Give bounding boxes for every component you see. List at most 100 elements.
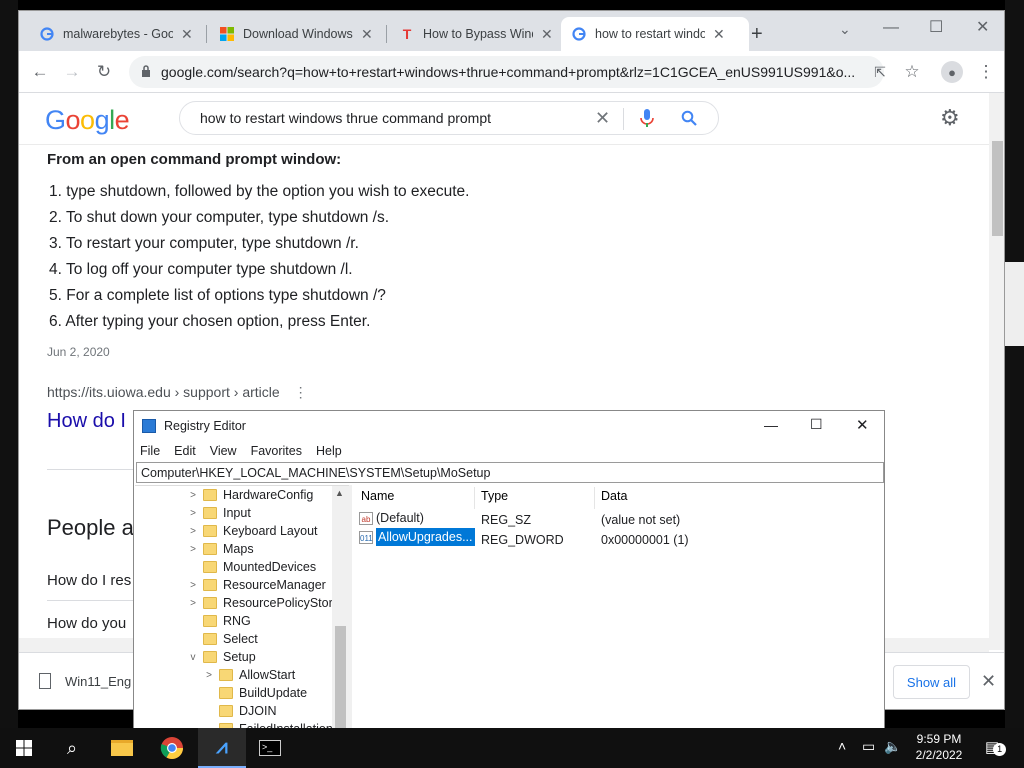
reload-icon[interactable]: ↻ <box>93 61 115 83</box>
result-title-link[interactable]: How do I <box>47 410 126 433</box>
tree-item[interactable]: Select <box>187 630 258 648</box>
folder-icon <box>219 669 233 681</box>
folder-icon <box>203 525 217 537</box>
command-prompt-icon[interactable]: >_ <box>246 728 294 768</box>
string-value-icon: ab <box>359 512 373 526</box>
tree-item[interactable]: > Maps <box>187 540 254 558</box>
scrollbar-thumb[interactable] <box>992 141 1003 236</box>
microphone-icon[interactable] <box>640 109 654 129</box>
tree-item[interactable]: > ResourceManager <box>187 576 326 594</box>
profile-avatar-icon[interactable]: ● <box>941 61 963 83</box>
tab-close-icon[interactable]: ✕ <box>713 26 725 43</box>
paa-question[interactable]: How do you <box>47 615 126 632</box>
folder-icon <box>203 543 217 555</box>
tab-close-icon[interactable]: ✕ <box>361 26 373 43</box>
paa-question[interactable]: How do I res <box>47 572 131 589</box>
start-button[interactable] <box>0 728 48 768</box>
bookmark-star-icon[interactable]: ☆ <box>901 61 923 83</box>
more-options-icon[interactable]: ⋮ <box>294 384 308 400</box>
value-data: 0x00000001 (1) <box>601 533 689 547</box>
answer-heading: From an open command prompt window: <box>47 151 342 168</box>
column-header-data[interactable]: Data <box>601 489 627 503</box>
clear-search-icon[interactable]: ✕ <box>595 108 610 129</box>
tree-item[interactable]: > AllowStart <box>203 666 295 684</box>
tree-item[interactable]: > ResourcePolicyStore <box>187 594 340 612</box>
notification-icon[interactable]: ▤1 <box>985 738 1007 756</box>
tab-close-icon[interactable]: ✕ <box>541 26 553 43</box>
tree-item[interactable]: DJOIN <box>203 702 277 720</box>
tree-item[interactable]: BuildUpdate <box>203 684 307 702</box>
chrome-icon[interactable] <box>148 728 196 768</box>
file-icon <box>39 673 51 689</box>
tree-item[interactable]: > HardwareConfig <box>187 486 313 504</box>
menu-kebab-icon[interactable]: ⋮ <box>975 61 997 83</box>
column-header-type[interactable]: Type <box>481 489 508 503</box>
t-logo-icon: T <box>402 26 412 42</box>
folder-icon <box>203 633 217 645</box>
maximize-button[interactable]: ☐ <box>929 17 943 37</box>
answer-step: 1. type shutdown, followed by the option… <box>49 183 470 200</box>
tree-item[interactable]: v Setup <box>187 648 256 666</box>
menu-edit[interactable]: Edit <box>174 444 196 458</box>
answer-step: 3. To restart your computer, type shutdo… <box>49 235 359 252</box>
registry-title-bar[interactable]: Registry Editor — ☐ ✕ <box>134 411 884 441</box>
taskbar: ⌕ ⩘ >_ ˄ ▭ 🔈 9:59 PM 2/2/2022 ▤1 <box>0 728 1024 768</box>
network-icon[interactable]: ▭ <box>862 738 875 755</box>
tree-item[interactable]: > Input <box>187 504 251 522</box>
column-header-name[interactable]: Name <box>361 489 394 503</box>
lock-icon[interactable] <box>141 65 151 77</box>
search-icon[interactable]: ⌕ <box>48 728 96 768</box>
menu-view[interactable]: View <box>210 444 237 458</box>
answer-step: 5. For a complete list of options type s… <box>49 287 386 304</box>
back-arrow-icon[interactable]: ← <box>29 61 51 83</box>
new-tab-button[interactable]: + <box>751 23 763 46</box>
minimize-button[interactable]: — <box>883 19 899 37</box>
tab-title: how to restart windo <box>595 27 705 41</box>
forward-arrow-icon[interactable]: → <box>61 61 83 83</box>
scroll-up-icon[interactable]: ▲ <box>335 488 344 498</box>
download-item[interactable]: Win11_Eng <box>39 673 131 689</box>
menu-file[interactable]: File <box>140 444 160 458</box>
registry-address-bar[interactable]: Computer\HKEY_LOCAL_MACHINE\SYSTEM\Setup… <box>136 462 884 483</box>
close-button[interactable]: ✕ <box>856 416 869 434</box>
address-bar[interactable]: google.com/search?q=how+to+restart+windo… <box>129 56 884 88</box>
menu-favorites[interactable]: Favorites <box>251 444 302 458</box>
tree-item[interactable]: MountedDevices <box>187 558 316 576</box>
url-text: google.com/search?q=how+to+restart+windo… <box>161 64 856 80</box>
tab-download-windows[interactable]: Download Windows ✕ <box>209 17 384 51</box>
desktop-background-right <box>1005 0 1024 728</box>
close-icon[interactable]: ✕ <box>981 671 996 692</box>
volume-muted-icon[interactable]: 🔈 <box>884 738 901 755</box>
minimize-button[interactable]: — <box>764 417 778 433</box>
tab-malwarebytes[interactable]: malwarebytes - Goog ✕ <box>29 17 204 51</box>
close-button[interactable]: ✕ <box>976 17 989 37</box>
google-logo[interactable]: Google <box>45 105 130 136</box>
tree-item[interactable]: RNG <box>187 612 251 630</box>
tab-bypass-windows[interactable]: T How to Bypass Wind ✕ <box>389 17 564 51</box>
tab-restart-windows[interactable]: how to restart windo ✕ <box>561 17 749 51</box>
folder-icon <box>203 597 217 609</box>
file-explorer-icon[interactable] <box>98 728 146 768</box>
answer-step: 2. To shut down your computer, type shut… <box>49 209 390 226</box>
value-row-allowupgrades[interactable]: 011 AllowUpgrades... <box>359 528 475 546</box>
menu-help[interactable]: Help <box>316 444 342 458</box>
tab-strip: malwarebytes - Goog ✕ Download Windows ✕… <box>19 11 1004 51</box>
value-row-default[interactable]: ab (Default) <box>359 511 424 526</box>
registry-app-icon <box>142 419 156 433</box>
taskbar-clock[interactable]: 9:59 PM 2/2/2022 <box>905 731 973 763</box>
tree-scrollbar-thumb[interactable] <box>335 626 346 739</box>
share-icon[interactable]: ⇱ <box>869 61 891 83</box>
gear-icon[interactable]: ⚙ <box>940 105 960 131</box>
search-input[interactable]: how to restart windows thrue command pro… <box>179 101 719 135</box>
result-source-url[interactable]: https://its.uiowa.edu › support › articl… <box>47 384 308 401</box>
maximize-button[interactable]: ☐ <box>810 416 823 433</box>
tree-item[interactable]: > Keyboard Layout <box>187 522 317 540</box>
google-header: Google how to restart windows thrue comm… <box>19 93 989 145</box>
show-all-button[interactable]: Show all <box>893 665 970 699</box>
tab-close-icon[interactable]: ✕ <box>181 26 193 43</box>
chevron-up-icon[interactable]: ˄ <box>838 738 846 754</box>
search-icon[interactable] <box>681 110 697 126</box>
answer-step: 6. After typing your chosen option, pres… <box>49 313 371 330</box>
registry-editor-taskbar-icon[interactable]: ⩘ <box>198 728 246 768</box>
tab-search-icon[interactable]: ⌄ <box>839 21 851 38</box>
